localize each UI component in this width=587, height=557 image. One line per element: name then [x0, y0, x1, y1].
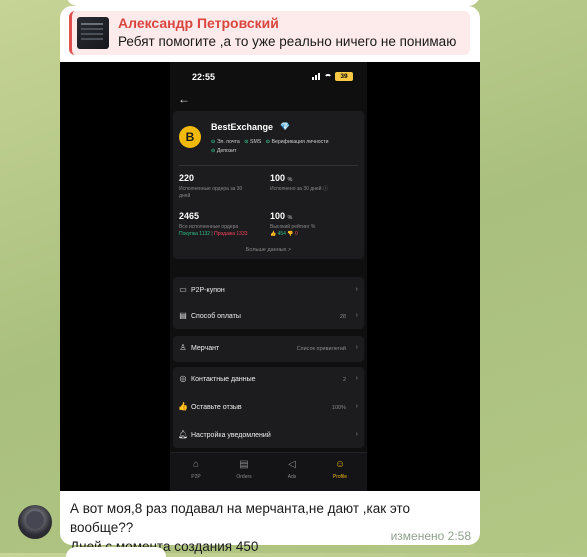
thumbs-up-icon: 👍: [178, 402, 188, 411]
battery-icon: 39: [335, 72, 353, 81]
bottom-tab-bar: ⌂ P2P ▤ Orders ◁ Ads ☺ Profile: [170, 452, 367, 491]
chevron-right-icon: ›: [355, 375, 358, 382]
menu-row-coupon: ▭ P2P-купон ›: [179, 285, 358, 294]
stat-label: Исполнено за 30 дней ⓘ: [270, 186, 328, 192]
message-time: 2:58: [447, 529, 471, 543]
reply-author: Александр Петровский: [118, 15, 279, 31]
sender-avatar[interactable]: [18, 505, 52, 539]
chevron-right-icon: ›: [355, 344, 358, 351]
merchant-profile-card: B BestExchange 💎 ⊙ Эл. почта ⊙ SMS ⊙ Вер…: [173, 111, 364, 259]
orders-icon: ▤: [239, 459, 249, 470]
chevron-right-icon: ›: [355, 286, 358, 293]
message-meta: изменено 2:58: [391, 529, 471, 543]
menu-row-notifications: 🔔︎ Настройка уведомлений ›: [178, 430, 358, 439]
menu-row-feedback: 👍 Оставьте отзыв 100% ›: [178, 402, 358, 411]
chevron-right-icon: ›: [355, 403, 358, 410]
reply-quote[interactable]: Александр Петровский Ребят помогите ,а т…: [69, 11, 470, 55]
tab-profile: ☺ Profile: [322, 459, 358, 480]
stat-label: Высокий рейтинг % 👍 454 👎 0: [270, 224, 316, 237]
merchant-icon: ♙: [179, 343, 187, 352]
verification-list: ⊙ Эл. почта ⊙ SMS ⊙ Верификация личности…: [211, 138, 361, 156]
stat-value: 100 %: [270, 211, 293, 221]
stat-value: 220: [179, 173, 195, 183]
edited-label: изменено: [390, 529, 445, 543]
diamond-badge-icon: 💎: [280, 122, 290, 131]
menu-group: ♙ Мерчант Список привилегий ›: [173, 336, 364, 362]
signal-icon: [312, 73, 321, 80]
menu-row-payment: ▤ Способ оплаты 28 ›: [179, 311, 358, 320]
stat-value: 2465: [179, 211, 200, 221]
verification-item: ⊙ Верификация личности: [265, 139, 329, 145]
message-bubble[interactable]: Александр Петровский Ребят помогите ,а т…: [60, 6, 480, 554]
merchant-logo: B: [179, 126, 201, 148]
tab-ads: ◁ Ads: [274, 459, 310, 480]
stat-value: 100 %: [270, 173, 293, 183]
contact-icon: ◎: [179, 374, 187, 383]
payment-card-icon: ▤: [179, 311, 187, 320]
megaphone-icon: ◁: [288, 459, 296, 470]
menu-row-contacts: ◎ Контактные данные 2 ›: [179, 374, 359, 383]
attached-screenshot[interactable]: 22:55 39 ← B BestExchange 💎 ⊙ Эл. почта …: [60, 62, 480, 491]
more-data-link: Больше данных >: [245, 247, 292, 253]
reply-text: Ребят помогите ,а то уже реально ничего …: [118, 34, 457, 49]
phone-screen: 22:55 39 ← B BestExchange 💎 ⊙ Эл. почта …: [170, 62, 367, 491]
merchant-name: BestExchange: [211, 122, 274, 132]
verification-item: ⊙ Депозит: [211, 148, 237, 154]
tab-p2p: ⌂ P2P: [178, 459, 214, 480]
home-icon: ⌂: [192, 459, 200, 470]
back-arrow-icon: ←: [178, 92, 190, 106]
wifi-icon: [324, 73, 332, 80]
tab-orders: ▤ Orders: [226, 459, 262, 480]
bell-icon: 🔔︎: [178, 430, 189, 439]
reply-thumbnail: [77, 17, 109, 49]
verification-item: ⊙ Эл. почта: [211, 139, 240, 145]
status-icons: 39: [312, 72, 353, 81]
verification-item: ⊙ SMS: [244, 139, 262, 145]
next-message-bubble: [66, 547, 166, 557]
divider: [179, 165, 358, 166]
coupon-icon: ▭: [179, 285, 187, 294]
stat-label: Все исполненные ордера Покупка 1132 | Про…: [179, 224, 248, 237]
chevron-right-icon: ›: [355, 431, 358, 438]
menu-group: ◎ Контактные данные 2 › 👍 Оставьте отзыв…: [173, 367, 364, 448]
chevron-right-icon: ›: [355, 312, 358, 319]
status-time: 22:55: [192, 72, 216, 82]
stat-label: Исполненные ордера за 30 дней: [179, 186, 243, 199]
menu-group: ▭ P2P-купон › ▤ Способ оплаты 28 ›: [173, 277, 364, 329]
menu-row-merchant: ♙ Мерчант Список привилегий ›: [179, 343, 358, 352]
profile-icon: ☺: [334, 459, 346, 470]
